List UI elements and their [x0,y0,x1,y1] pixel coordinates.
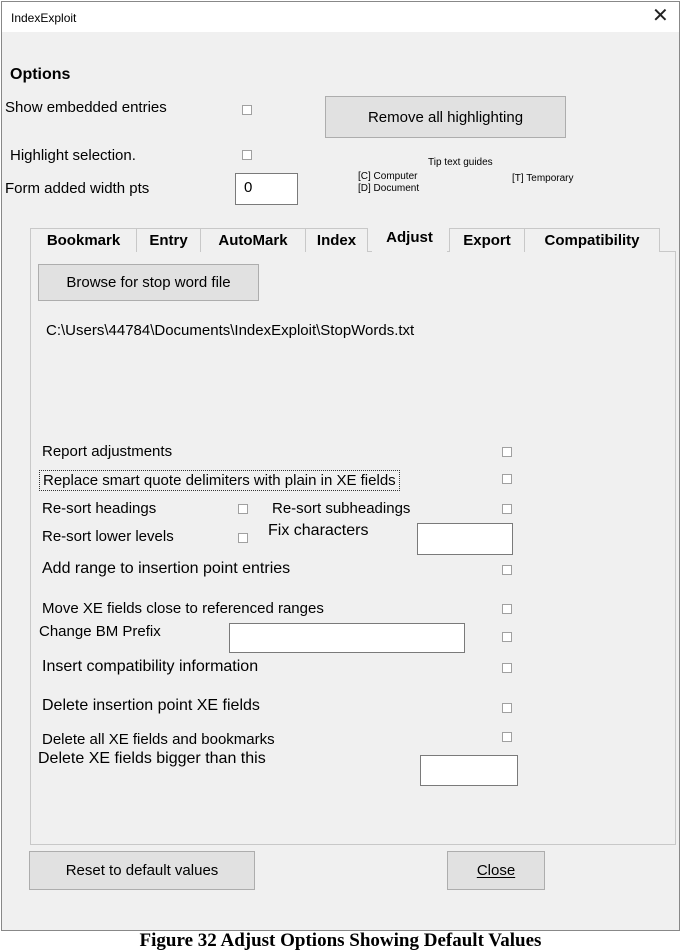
tip-heading: Tip text guides [428,157,493,168]
tab-automark[interactable]: AutoMark [200,228,306,252]
tip-computer: [C] Computer [358,171,418,182]
report-adjustments-label: Report adjustments [42,443,173,460]
move-xe-checkbox[interactable] [502,604,512,614]
highlight-selection-label: Highlight selection. [10,147,136,164]
stop-word-path: C:\Users\44784\Documents\IndexExploit\St… [46,322,415,339]
tab-entry[interactable]: Entry [136,228,201,252]
tab-index[interactable]: Index [305,228,368,252]
resort-lower-label: Re-sort lower levels [42,528,174,545]
tip-temporary: [T] Temporary [512,173,574,184]
resort-lower-checkbox[interactable] [238,533,248,543]
fix-characters-label: Fix characters [268,522,369,539]
dialog-window: IndexExploit ✕ Options Show embedded ent… [1,1,680,931]
delete-bigger-input[interactable] [420,755,518,786]
delete-bigger-label: Delete XE fields bigger than this [38,750,266,767]
title-bar: IndexExploit ✕ [2,2,679,32]
resort-headings-checkbox[interactable] [238,504,248,514]
form-width-input[interactable]: 0 [235,173,298,205]
report-adjustments-checkbox[interactable] [502,447,512,457]
delete-insertion-checkbox[interactable] [502,703,512,713]
resort-subheadings-label: Re-sort subheadings [272,500,411,517]
move-xe-label: Move XE fields close to referenced range… [42,600,324,617]
change-bm-prefix-checkbox[interactable] [502,632,512,642]
options-heading: Options [10,66,71,83]
reset-defaults-button[interactable]: Reset to default values [29,851,255,890]
tab-bookmark[interactable]: Bookmark [30,228,137,252]
show-embedded-label: Show embedded entries [5,99,167,116]
change-bm-prefix-label: Change BM Prefix [39,623,161,640]
figure-caption: Figure 32 Adjust Options Showing Default… [139,930,542,951]
close-icon[interactable]: ✕ [652,6,669,26]
close-button[interactable]: Close [447,851,545,890]
replace-smart-quotes-label: Replace smart quote delimiters with plai… [39,470,400,491]
insert-compat-checkbox[interactable] [502,663,512,673]
highlight-selection-checkbox[interactable] [242,150,252,160]
show-embedded-checkbox[interactable] [242,105,252,115]
delete-all-label: Delete all XE fields and bookmarks [42,731,275,748]
add-range-label: Add range to insertion point entries [42,560,291,577]
resort-headings-label: Re-sort headings [42,500,157,517]
add-range-checkbox[interactable] [502,565,512,575]
resort-subheadings-checkbox[interactable] [502,504,512,514]
replace-smart-quotes-checkbox[interactable] [502,474,512,484]
fix-characters-input[interactable] [417,523,513,555]
form-width-label: Form added width pts [5,180,150,197]
delete-insertion-label: Delete insertion point XE fields [42,697,260,714]
tab-export[interactable]: Export [449,228,525,252]
tab-adjust[interactable]: Adjust [372,223,447,252]
tip-document: [D] Document [358,183,420,194]
bm-prefix-input[interactable] [229,623,465,653]
insert-compat-label: Insert compatibility information [42,658,259,675]
tab-compatibility[interactable]: Compatibility [524,228,660,252]
window-title: IndexExploit [11,11,77,25]
remove-highlighting-button[interactable]: Remove all highlighting [325,96,566,138]
browse-stop-word-button[interactable]: Browse for stop word file [38,264,259,301]
delete-all-checkbox[interactable] [502,732,512,742]
